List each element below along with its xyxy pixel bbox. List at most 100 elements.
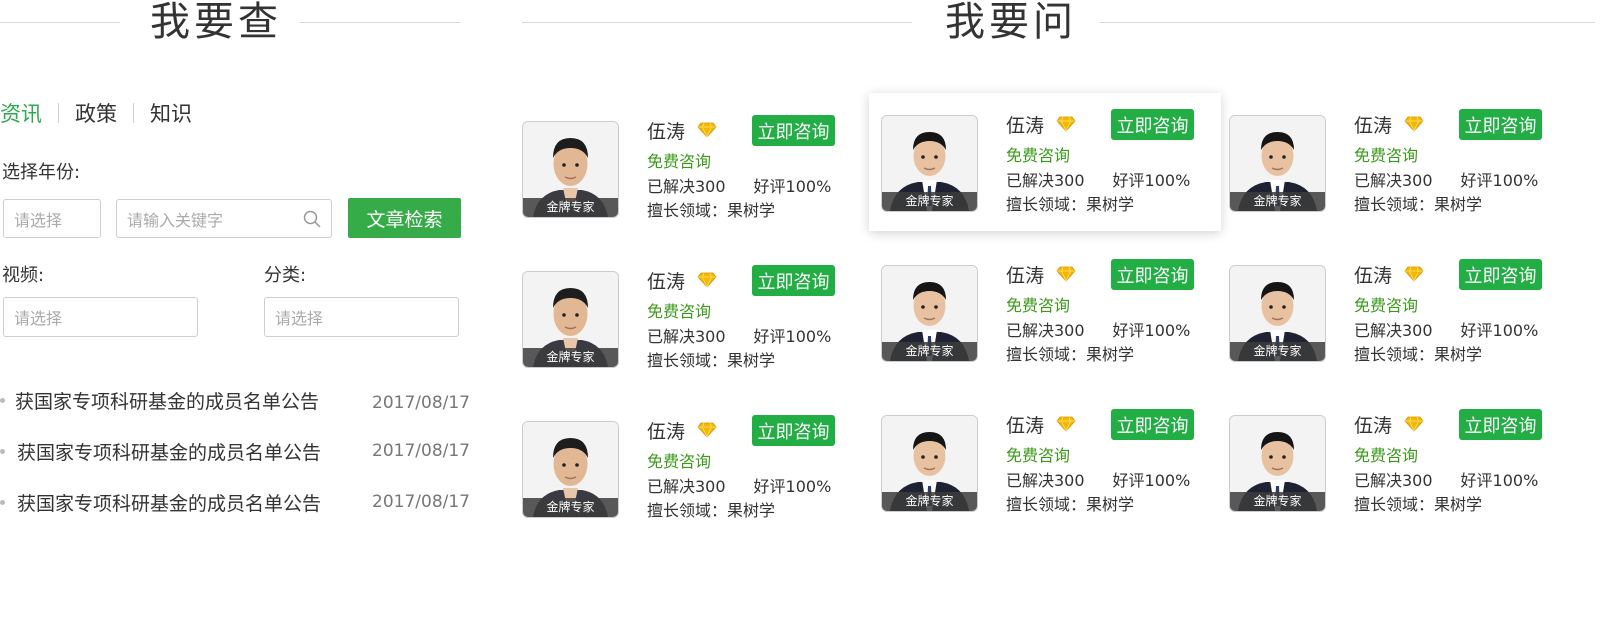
bullet-dot: [0, 499, 5, 505]
expert-name[interactable]: 伍涛: [647, 267, 685, 294]
diamond-icon: [1404, 266, 1424, 282]
free-consult-label[interactable]: 免费咨询: [1354, 142, 1418, 166]
year-select[interactable]: 请选择: [3, 199, 101, 238]
expert-card-body: 金牌专家 伍涛 立即咨询 免费咨询 已解决300 好评100% 擅长领域：果树学: [881, 409, 1221, 529]
consult-now-button[interactable]: 立即咨询: [1111, 259, 1194, 290]
diamond-icon: [697, 272, 717, 288]
expert-specialty: 擅长领域：果树学: [1354, 345, 1483, 364]
diamond-icon: [1404, 116, 1424, 132]
news-item[interactable]: 获国家专项科研基金的成员名单公告 2017/08/17: [0, 487, 470, 517]
consult-now-button[interactable]: 立即咨询: [1459, 259, 1542, 290]
consult-now-button[interactable]: 立即咨询: [1459, 409, 1542, 440]
tab-divider: [133, 103, 134, 123]
expert-card[interactable]: 金牌专家 伍涛 立即咨询 免费咨询 已解决300 好评100% 擅长领域：果树学: [1229, 409, 1569, 529]
expert-name[interactable]: 伍涛: [1006, 111, 1044, 138]
left-title-line-left: [0, 22, 120, 23]
free-consult-label[interactable]: 免费咨询: [647, 448, 711, 472]
article-search-button[interactable]: 文章检索: [348, 198, 461, 238]
keyword-input-placeholder: 请输入关键字: [127, 210, 224, 230]
diamond-icon: [697, 422, 717, 438]
right-title-line-right: [1100, 22, 1595, 23]
year-select-placeholder: 请选择: [14, 210, 63, 230]
news-title[interactable]: 获国家专项科研基金的成员名单公告: [17, 438, 372, 465]
expert-card[interactable]: 金牌专家 伍涛 立即咨询 免费咨询 已解决300 好评100% 擅长领域：果树学: [522, 115, 862, 235]
category-label: 分类:: [264, 265, 307, 286]
expert-stats: 已解决300 好评100%: [647, 173, 831, 197]
tab-divider: [58, 103, 59, 123]
expert-avatar[interactable]: 金牌专家: [522, 271, 619, 368]
category-select[interactable]: 请选择: [264, 297, 459, 337]
video-select[interactable]: 请选择: [3, 297, 198, 337]
expert-avatar[interactable]: 金牌专家: [522, 121, 619, 218]
expert-stats: 已解决300 好评100%: [1006, 467, 1190, 491]
expert-card[interactable]: 金牌专家 伍涛 立即咨询 免费咨询 已解决300 好评100% 擅长领域：果树学: [1229, 259, 1569, 379]
expert-stats: 已解决300 好评100%: [1006, 317, 1190, 341]
free-consult-label[interactable]: 免费咨询: [1354, 442, 1418, 466]
news-date: 2017/08/17: [372, 492, 470, 512]
consult-now-button[interactable]: 立即咨询: [752, 115, 835, 146]
news-title[interactable]: 获国家专项科研基金的成员名单公告: [15, 387, 372, 414]
tab-knowledge[interactable]: 知识: [150, 98, 192, 128]
solved-count: 已解决300: [647, 327, 726, 346]
search-icon[interactable]: [303, 210, 321, 228]
expert-name[interactable]: 伍涛: [647, 117, 685, 144]
expert-name[interactable]: 伍涛: [1006, 411, 1044, 438]
expert-avatar[interactable]: 金牌专家: [1229, 115, 1326, 212]
news-title[interactable]: 获国家专项科研基金的成员名单公告: [17, 489, 372, 516]
free-consult-label[interactable]: 免费咨询: [647, 298, 711, 322]
tab-policy[interactable]: 政策: [75, 98, 117, 128]
gold-expert-badge: 金牌专家: [523, 498, 618, 517]
expert-avatar[interactable]: 金牌专家: [1229, 415, 1326, 512]
expert-card-body: 金牌专家 伍涛 立即咨询免费咨询 已解决300 好评100% 擅长领域：果树学: [522, 415, 862, 535]
keyword-input[interactable]: 请输入关键字: [116, 199, 332, 238]
expert-stats: 已解决300 好评100%: [647, 473, 831, 497]
expert-card[interactable]: 金牌专家 伍涛 立即咨询 免费咨询 已解决300 好评100% 擅长领域：果树学: [881, 259, 1221, 379]
tab-news[interactable]: 资讯: [0, 98, 42, 128]
consult-now-button[interactable]: 立即咨询: [1459, 109, 1542, 140]
expert-avatar[interactable]: 金牌专家: [522, 421, 619, 518]
category-tabs: 资讯 政策 知识: [0, 98, 192, 128]
expert-specialty: 擅长领域：果树学: [647, 501, 776, 520]
free-consult-label[interactable]: 免费咨询: [1006, 142, 1070, 166]
expert-card-body: 金牌专家 伍涛 立即咨询 免费咨询 已解决300 好评100% 擅长领域：果树学: [881, 109, 1221, 229]
expert-name[interactable]: 伍涛: [1354, 111, 1392, 138]
expert-stats: 已解决300 好评100%: [1354, 167, 1538, 191]
expert-card[interactable]: 金牌专家 伍涛 立即咨询 免费咨询 已解决300 好评100% 擅长领域：果树学: [881, 409, 1221, 529]
expert-avatar[interactable]: 金牌专家: [1229, 265, 1326, 362]
diamond-icon: [1056, 416, 1076, 432]
free-consult-label[interactable]: 免费咨询: [1006, 442, 1070, 466]
free-consult-label[interactable]: 免费咨询: [1006, 292, 1070, 316]
consult-now-button[interactable]: 立即咨询: [1111, 109, 1194, 140]
right-section-title: 我要问: [945, 0, 1077, 45]
news-date: 2017/08/17: [372, 441, 470, 461]
expert-card[interactable]: 金牌专家 伍涛 立即咨询免费咨询已解决300 好评100% 擅长领域：果树学: [522, 265, 862, 385]
expert-avatar[interactable]: 金牌专家: [881, 115, 978, 212]
expert-card-body: 金牌专家 伍涛 立即咨询 免费咨询 已解决300 好评100% 擅长领域：果树学: [522, 115, 862, 235]
news-item[interactable]: 获国家专项科研基金的成员名单公告 2017/08/17: [0, 385, 470, 415]
expert-card[interactable]: 金牌专家 伍涛 立即咨询 免费咨询 已解决300 好评100% 擅长领域：果树学: [869, 93, 1221, 231]
category-select-placeholder: 请选择: [275, 309, 324, 328]
expert-specialty: 擅长领域：果树学: [1354, 495, 1483, 514]
news-date: 2017/08/17: [372, 393, 470, 413]
free-consult-label[interactable]: 免费咨询: [647, 148, 711, 172]
expert-name[interactable]: 伍涛: [647, 417, 685, 444]
expert-name[interactable]: 伍涛: [1006, 261, 1044, 288]
expert-card[interactable]: 金牌专家 伍涛 立即咨询免费咨询 已解决300 好评100% 擅长领域：果树学: [522, 415, 862, 535]
solved-count: 已解决300: [1354, 471, 1433, 490]
rating: 好评100%: [753, 327, 832, 346]
expert-card[interactable]: 金牌专家 伍涛 立即咨询 免费咨询 已解决300 好评100% 擅长领域：果树学: [1229, 109, 1569, 229]
news-item[interactable]: 获国家专项科研基金的成员名单公告 2017/08/17: [0, 436, 470, 466]
consult-now-button[interactable]: 立即咨询: [752, 265, 835, 296]
expert-avatar[interactable]: 金牌专家: [881, 265, 978, 362]
gold-expert-badge: 金牌专家: [1230, 342, 1325, 361]
expert-avatar[interactable]: 金牌专家: [881, 415, 978, 512]
expert-name[interactable]: 伍涛: [1354, 261, 1392, 288]
consult-now-button[interactable]: 立即咨询: [1111, 409, 1194, 440]
expert-specialty: 擅长领域：果树学: [647, 351, 776, 370]
solved-count: 已解决300: [1006, 171, 1085, 190]
expert-name[interactable]: 伍涛: [1354, 411, 1392, 438]
left-section-title: 我要查: [150, 0, 282, 45]
consult-now-button[interactable]: 立即咨询: [752, 415, 835, 446]
gold-expert-badge: 金牌专家: [523, 348, 618, 367]
free-consult-label[interactable]: 免费咨询: [1354, 292, 1418, 316]
